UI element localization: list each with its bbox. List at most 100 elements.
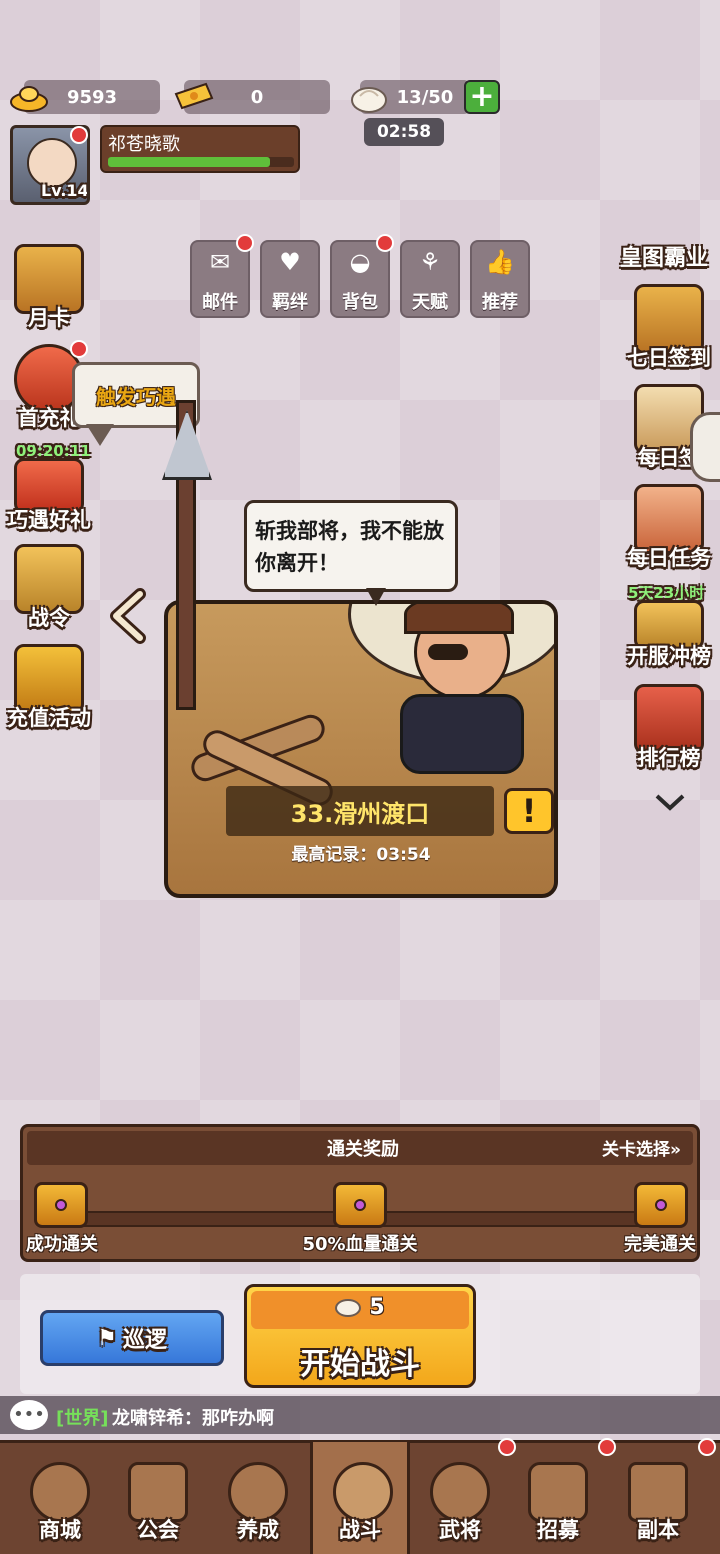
recommend-button[interactable]: 👍 推荐 (470, 240, 530, 318)
ticket-icon (172, 76, 214, 118)
side-drawer-tab[interactable] (690, 412, 720, 482)
nav-shop[interactable]: 商城 (10, 1442, 110, 1554)
reward-chest-clear[interactable] (34, 1182, 88, 1228)
side-item-daily-tasks[interactable]: 每日任务 (624, 484, 714, 579)
reward-chest-perfect[interactable] (634, 1182, 688, 1228)
speech-tail (366, 588, 386, 606)
bag-icon: ◒ (349, 248, 371, 276)
battle-cost: 5 (247, 1295, 473, 1320)
bun-icon (335, 1299, 362, 1317)
recommend-label: 推荐 (482, 292, 518, 313)
reward-chest-half-hp[interactable] (333, 1182, 387, 1228)
bonds-button[interactable]: ♥ 羁绊 (260, 240, 320, 318)
gem-icon (55, 1199, 67, 1211)
helmet-icon (430, 1462, 490, 1522)
gold-ingot-icon (8, 76, 50, 118)
heart-icon: ♥ (279, 248, 301, 276)
add-stamina-button[interactable]: + (464, 80, 500, 114)
prev-stage-arrow[interactable] (106, 588, 150, 644)
stage-name: 33.滑州渡口 (226, 786, 494, 836)
notification-dot (698, 1438, 716, 1456)
gem-icon (354, 1199, 366, 1211)
side-item-label: 充值活动 (7, 706, 91, 730)
backpack-label: 背包 (342, 292, 378, 313)
log-pile-illustration (187, 704, 338, 811)
talent-tree-icon: ⚘ (419, 248, 441, 276)
nav-battle[interactable]: 战斗 (310, 1442, 410, 1554)
side-item-battle-pass[interactable]: 战令 (4, 544, 94, 639)
start-battle-button[interactable]: 5 开始战斗 (244, 1284, 476, 1388)
side-item-encounter-gift[interactable]: 09:20:11 巧遇好礼 (4, 440, 94, 535)
crossed-swords-icon (333, 1462, 393, 1522)
backpack-button[interactable]: ◒ 背包 (330, 240, 390, 318)
nav-guild[interactable]: 公会 (108, 1442, 208, 1554)
stage-info-button[interactable]: ! (504, 788, 554, 834)
swirl-icon (228, 1462, 288, 1522)
battle-cost-value: 5 (369, 1295, 385, 1320)
nav-label: 养成 (237, 1518, 279, 1542)
side-item-seven-day-signin[interactable]: 七日签到 (624, 284, 714, 379)
patrol-label: 巡逻 (122, 1328, 167, 1353)
nav-upgrade[interactable]: 养成 (208, 1442, 308, 1554)
side-item-recharge-event[interactable]: 充值活动 (4, 644, 94, 739)
side-item-label: 排行榜 (637, 746, 701, 770)
talent-label: 天赋 (412, 292, 448, 313)
chat-bubble-icon[interactable]: ••• (10, 1400, 48, 1430)
stage-select-link[interactable]: 关卡选择» (602, 1135, 681, 1160)
side-item-imperial-conquest[interactable]: 皇图霸业 (620, 240, 708, 272)
nav-label: 副本 (637, 1518, 679, 1542)
gold-value: 9593 (66, 86, 118, 108)
player-level: Lv.14 (41, 181, 89, 200)
talent-button[interactable]: ⚘ 天赋 (400, 240, 460, 318)
notification-dot (70, 340, 88, 358)
side-item-monthly-card[interactable]: 月卡 (4, 244, 94, 339)
shield-icon (128, 1462, 188, 1522)
side-item-label: 战令 (28, 606, 70, 630)
recruit-token-icon (528, 1462, 588, 1522)
mail-label: 邮件 (202, 292, 238, 313)
notification-dot (70, 126, 88, 144)
stamina-value: 13/50 (396, 86, 454, 108)
chat-bar[interactable]: ••• [世界] 龙啸锌希：那咋办啊 (0, 1396, 720, 1434)
chevron-down-icon[interactable] (648, 788, 692, 828)
chat-message: 龙啸锌希：那咋办啊 (112, 1408, 274, 1429)
notification-dot (236, 234, 254, 252)
nav-dungeon[interactable]: 副本 (608, 1442, 708, 1554)
mail-button[interactable]: ✉ 邮件 (190, 240, 250, 318)
plus-icon: + (469, 79, 495, 114)
stamina-timer: 02:58 (364, 118, 444, 146)
tooltip-tail (86, 424, 114, 446)
player-name-bar[interactable]: 祁苍晓歌 (100, 125, 300, 173)
gem-icon (655, 1199, 667, 1211)
mail-icon: ✉ (209, 248, 231, 276)
nav-generals[interactable]: 武将 (410, 1442, 510, 1554)
side-item-launch-ranking[interactable]: 5天23小时 开服冲榜 (624, 582, 714, 677)
ticket-value: 0 (250, 86, 264, 108)
milestone-label: 50%血量通关 (302, 1234, 418, 1255)
side-item-label: 每日任务 (627, 546, 711, 570)
milestone-label: 完美通关 (624, 1234, 696, 1255)
nav-recruit[interactable]: 招募 (508, 1442, 608, 1554)
thumbs-up-icon: 👍 (485, 248, 515, 276)
bonds-label: 羁绊 (272, 292, 308, 313)
coin-icon (30, 1462, 90, 1522)
exp-bar-fill (108, 157, 270, 167)
side-item-leaderboard[interactable]: 排行榜 (624, 684, 714, 779)
nav-label: 武将 (439, 1518, 481, 1542)
side-item-label: 巧遇好礼 (7, 508, 91, 532)
map-icon (628, 1462, 688, 1522)
nav-label: 商城 (39, 1518, 81, 1542)
chat-channel: [世界] (56, 1408, 109, 1429)
rewards-title: 通关奖励 (327, 1139, 399, 1160)
exp-bar (108, 157, 294, 167)
nav-label: 公会 (137, 1518, 179, 1542)
milestone-label: 成功通关 (26, 1234, 98, 1255)
start-battle-label: 开始战斗 (300, 1347, 420, 1382)
enemy-speech-bubble: 斩我部将，我不能放你离开！ (244, 500, 458, 592)
double-chevron-icon: » (670, 1140, 681, 1160)
enemy-general-character (384, 604, 534, 784)
nav-label: 招募 (537, 1518, 579, 1542)
exclamation-icon: ! (521, 792, 537, 830)
bun-icon (348, 76, 390, 118)
patrol-button[interactable]: ⚑ 巡逻 (40, 1310, 224, 1366)
